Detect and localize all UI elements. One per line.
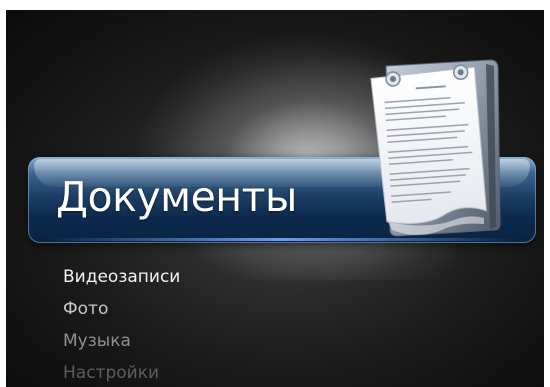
main-menu: Видеозаписи Фото Музыка Настройки [63, 261, 180, 387]
selected-item-label[interactable]: Документы [56, 173, 297, 221]
menu-item-music[interactable]: Музыка [63, 325, 180, 357]
document-icon [370, 59, 501, 237]
menu-item-videos[interactable]: Видеозаписи [63, 261, 180, 293]
menu-item-settings[interactable]: Настройки [63, 357, 180, 387]
menu-item-photos[interactable]: Фото [63, 293, 180, 325]
media-center-screen: Документы Видеозаписи Фото Музыка Настро… [6, 10, 544, 387]
